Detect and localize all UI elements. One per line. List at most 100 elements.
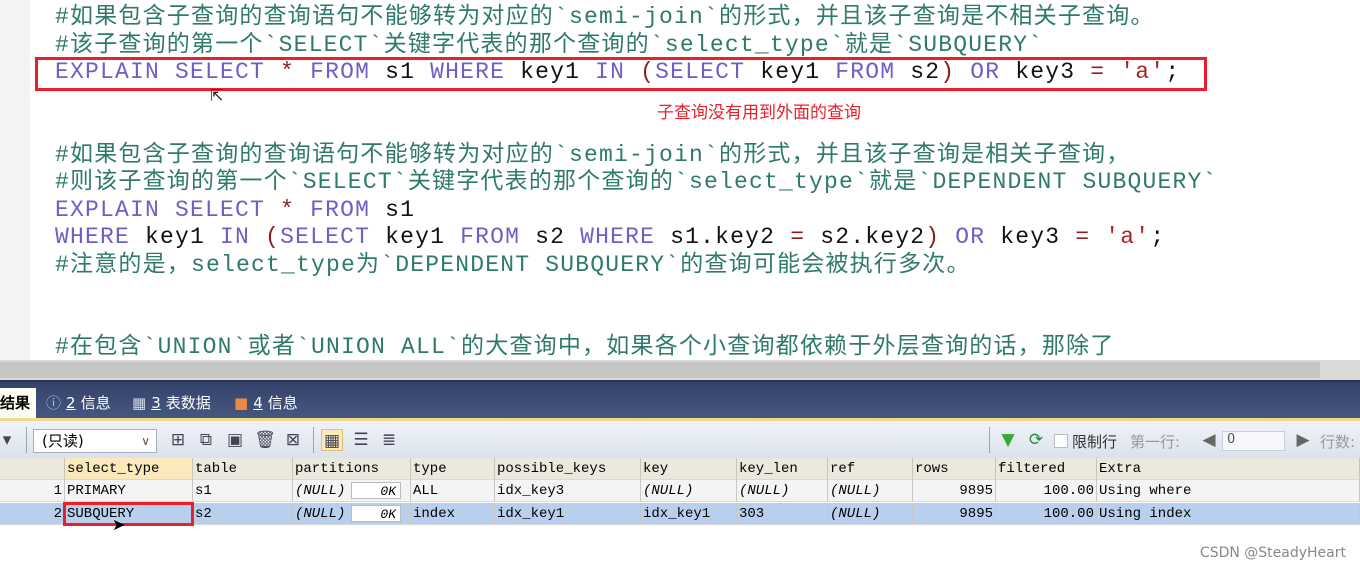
cell-select-type[interactable]: PRIMARY [65,480,193,502]
chevron-down-icon: ∨ [141,434,150,448]
mouse-cursor-icon: ⇱ [210,86,224,105]
cell-text: s2 [195,506,212,522]
cell-ref[interactable]: (NULL) [828,503,913,525]
column-header-extra[interactable]: Extra [1097,458,1360,480]
tab-table-data[interactable]: ▦ 3 表数据 [132,388,211,418]
cell-table[interactable]: s1 [193,480,293,502]
cell-possible-keys[interactable]: idx_key3 [495,480,641,502]
code-token: #如果包含子查询的查询语句不能够转为对应的`semi-join`的形式，并且该子… [55,4,1155,30]
table-icon: ▦ [132,394,147,412]
cell-partitions[interactable]: (NULL) 0K [293,503,411,525]
first-row-input[interactable]: 0 [1222,431,1285,451]
code-token: FROM [310,197,386,223]
blob-size-button[interactable]: 0K [351,505,401,522]
refresh-icon[interactable]: ⟳ [1025,429,1047,451]
cell-text: 100.00 [1043,506,1094,522]
tab-info[interactable]: ⓘ 2 信息 [46,388,111,418]
delete-icon[interactable]: 🗑 [254,429,276,451]
code-line: #如果包含子查询的查询语句不能够转为对应的`semi-join`的形式，并且该子… [55,141,1130,169]
mouse-cursor-icon: ➤ [112,515,126,534]
sql-editor[interactable]: #如果包含子查询的查询语句不能够转为对应的`semi-join`的形式，并且该子… [0,0,1360,360]
horizontal-scrollbar[interactable] [0,360,1360,380]
editor-gutter [0,0,30,360]
column-header-key-len[interactable]: key_len [737,458,828,480]
cancel-icon[interactable]: ⊠ [282,429,304,451]
text-view-icon[interactable]: ≣ [378,429,400,451]
cell-ref[interactable]: (NULL) [828,480,913,502]
cell-text: idx_key1 [643,506,711,522]
code-token: * [280,197,311,223]
blob-size-button[interactable]: 0K [351,482,401,499]
cell-text: index [413,506,456,522]
duplicate-row-icon[interactable]: ⧉ [195,429,217,451]
cell-text: Using index [1099,506,1192,522]
cell-id[interactable]: 2 [0,503,65,525]
code-token: #则该子查询的第一个`SELECT`关键字代表的那个查询的`select_typ… [55,169,1218,195]
code-token: key3 [1000,224,1076,250]
column-header-table[interactable]: table [193,458,293,480]
code-token: 'a' [1105,224,1151,250]
code-token: #注意的是，select_type为`DEPENDENT SUBQUERY`的查… [55,252,971,278]
export-dropdown-icon[interactable]: ▾ [0,429,20,451]
column-header-id[interactable]: id [0,458,65,480]
column-header-possible-keys[interactable]: possible_keys [495,458,641,480]
grid-view-icon[interactable]: ▦ [321,429,343,451]
column-header-key[interactable]: key [641,458,737,480]
cell-text: ALL [413,483,439,499]
cell-key-len[interactable]: 303 [737,503,828,525]
scrollbar-thumb[interactable] [0,362,1320,378]
code-token: key1 [145,224,221,250]
header-row: idselect_typetablepartitionstypepossible… [0,458,1360,480]
cell-key[interactable]: idx_key1 [641,503,737,525]
tab-info-2[interactable]: ■ 4 信息 [234,388,298,418]
cell-text: 2 [53,506,62,522]
column-header-type[interactable]: type [411,458,495,480]
filter-icon[interactable]: ▼ [997,429,1019,451]
code-token: key1 [385,224,461,250]
cell-rows[interactable]: 9895 [913,503,996,525]
next-icon[interactable]: ▶ [1292,429,1314,451]
cell-filtered[interactable]: 100.00 [996,503,1097,525]
save-icon[interactable]: ▣ [224,429,246,451]
cell-table[interactable]: s2 [193,503,293,525]
cell-text: (NULL) [830,506,881,522]
cell-partitions[interactable]: (NULL) 0K [293,480,411,502]
cell-id[interactable]: 1 [0,480,65,502]
column-header-partitions[interactable]: partitions [293,458,411,480]
cell-text: 9895 [959,506,993,522]
info-icon: ⓘ [46,394,62,412]
cell-text: (NULL) [295,483,346,499]
code-token: ( [265,224,281,250]
cell-text: Using where [1099,483,1192,499]
prev-icon[interactable]: ◀ [1198,429,1220,451]
form-view-icon[interactable]: ☰ [350,429,372,451]
code-line: WHERE key1 IN (SELECT key1 FROM s2 WHERE… [55,223,1165,251]
cell-type[interactable]: ALL [411,480,495,502]
cell-type[interactable]: index [411,503,495,525]
cell-key-len[interactable]: (NULL) [737,480,828,502]
cell-key[interactable]: (NULL) [641,480,737,502]
cell-text: (NULL) [295,506,346,522]
column-header-ref[interactable]: ref [828,458,913,480]
table-row[interactable]: 2 SUBQUERY s2 (NULL) 0K index idx_key1 idx_key1… [0,503,1360,525]
column-header-rows[interactable]: rows [913,458,996,480]
column-header-filtered[interactable]: filtered [996,458,1097,480]
cell-text: (NULL) [739,483,790,499]
cell-text: 9895 [959,483,993,499]
cell-extra[interactable]: Using index [1097,503,1360,525]
chart-icon: ■ [234,394,249,412]
code-token: s2.key2 [820,224,926,250]
tab-results[interactable]: 结果 [0,388,37,418]
limit-checkbox[interactable] [1054,434,1068,448]
add-row-icon[interactable]: ⊞ [167,429,189,451]
limit-label: 限制行 [1072,433,1118,451]
cell-rows[interactable]: 9895 [913,480,996,502]
cell-extra[interactable]: Using where [1097,480,1360,502]
mode-select[interactable]: (只读) ∨ [33,429,157,453]
cell-possible-keys[interactable]: idx_key1 [495,503,641,525]
code-line: #如果包含子查询的查询语句不能够转为对应的`semi-join`的形式，并且该子… [55,3,1155,31]
table-row[interactable]: 1 PRIMARY s1 (NULL) 0K ALL idx_key3 (NULL) (NULL… [0,480,1360,502]
column-header-select-type[interactable]: select_type [65,458,193,480]
cell-text: PRIMARY [67,483,126,499]
cell-filtered[interactable]: 100.00 [996,480,1097,502]
